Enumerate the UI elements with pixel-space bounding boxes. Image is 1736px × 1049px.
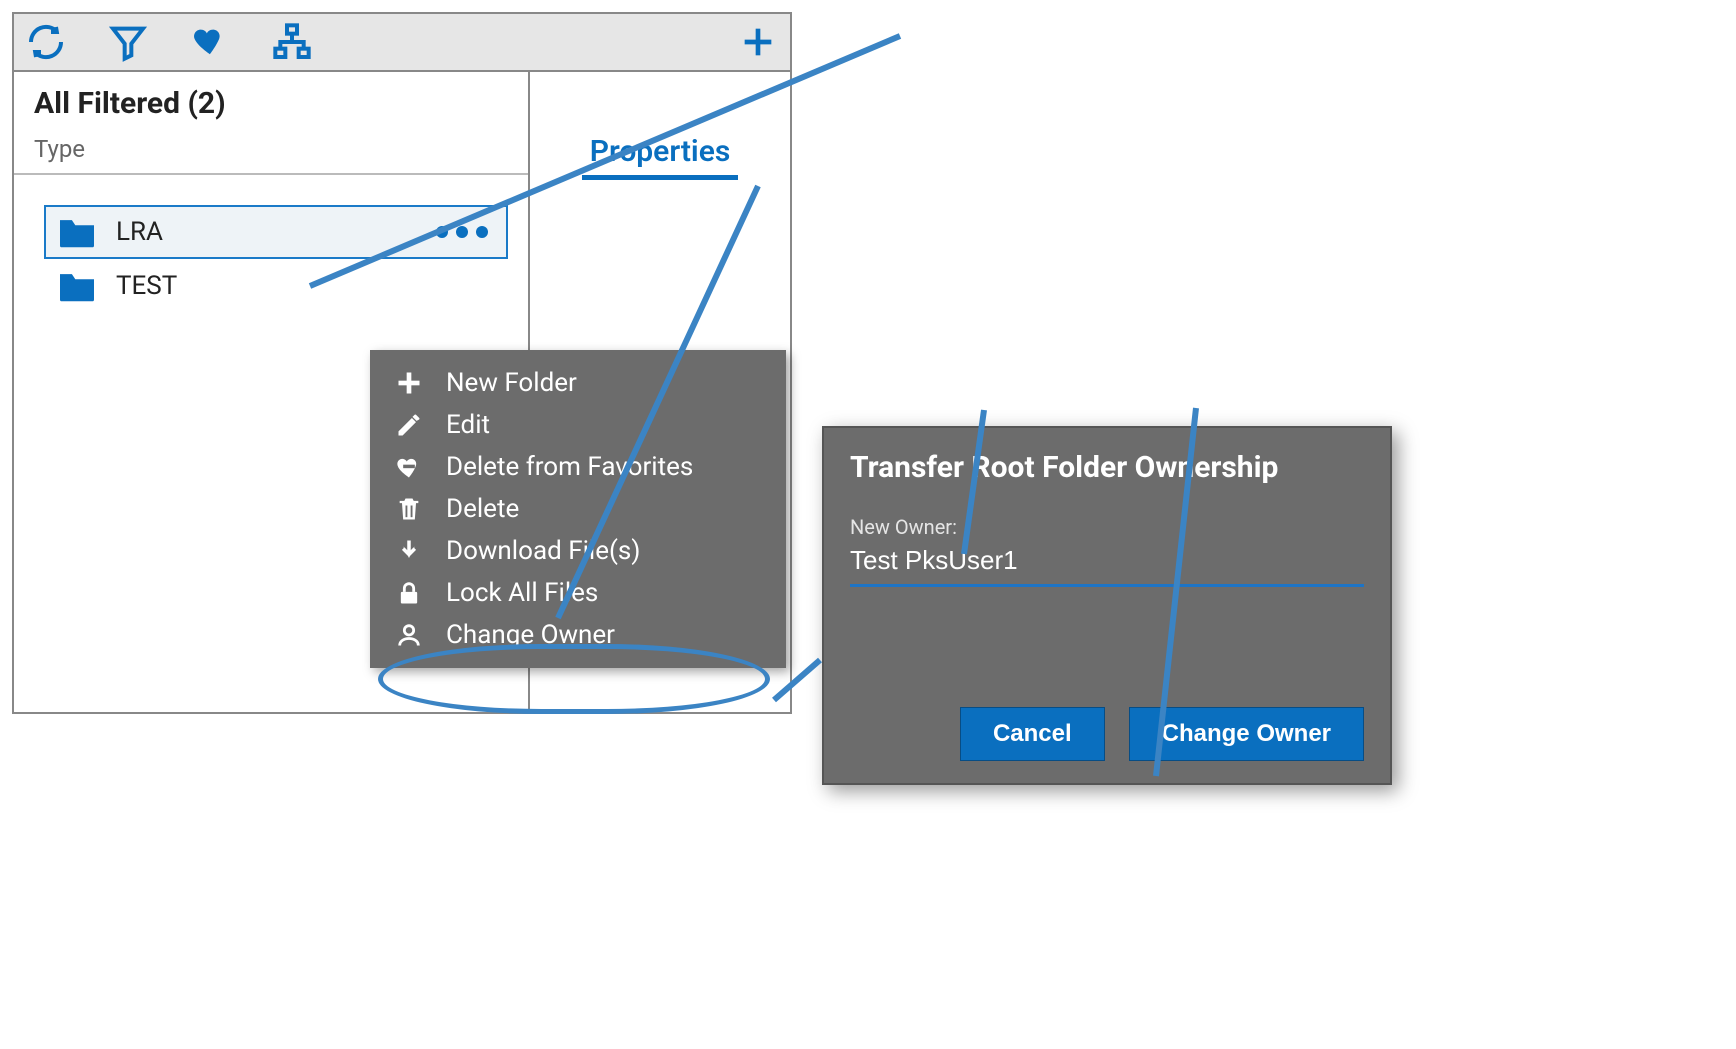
dialog-title: Transfer Root Folder Ownership [850,450,1364,485]
download-icon [394,536,424,566]
favorite-icon[interactable] [188,20,232,64]
cancel-button[interactable]: Cancel [960,707,1105,761]
menu-label: Lock All Files [446,578,598,608]
new-owner-label: New Owner: [850,515,1364,539]
menu-download[interactable]: Download File(s) [370,530,786,572]
tree-icon[interactable] [270,20,314,64]
heart-remove-icon [394,452,424,482]
panel-toolbar [14,14,790,70]
pencil-icon [394,410,424,440]
person-icon [394,620,424,650]
transfer-ownership-dialog: Transfer Root Folder Ownership New Owner… [822,426,1392,785]
folder-name: LRA [116,217,163,247]
folder-name: TEST [116,271,177,301]
refresh-icon[interactable] [24,20,68,64]
folder-icon [56,215,98,249]
menu-delete[interactable]: Delete [370,488,786,530]
menu-delete-favorites[interactable]: Delete from Favorites [370,446,786,488]
change-owner-button[interactable]: Change Owner [1129,707,1364,761]
folder-row-test[interactable]: TEST [44,259,508,313]
folder-context-menu: New Folder Edit Delete from Favorites De… [370,350,786,668]
add-icon[interactable] [736,20,780,64]
column-header-type[interactable]: Type [14,127,528,175]
menu-label: Delete from Favorites [446,452,693,482]
menu-label: Change Owner [446,620,615,650]
filter-icon[interactable] [106,20,150,64]
folder-row-lra[interactable]: LRA [44,205,508,259]
list-title: All Filtered (2) [14,72,528,127]
tab-properties[interactable]: Properties [582,132,739,180]
plus-icon [394,368,424,398]
more-actions-icon[interactable] [436,226,488,238]
menu-label: Download File(s) [446,536,640,566]
trash-icon [394,494,424,524]
folder-icon [56,269,98,303]
lock-icon [394,578,424,608]
menu-label: New Folder [446,368,577,398]
menu-new-folder[interactable]: New Folder [370,362,786,404]
new-owner-input[interactable] [850,543,1364,587]
menu-change-owner[interactable]: Change Owner [370,614,786,656]
menu-label: Edit [446,410,490,440]
menu-edit[interactable]: Edit [370,404,786,446]
menu-label: Delete [446,494,519,524]
menu-lock-all[interactable]: Lock All Files [370,572,786,614]
